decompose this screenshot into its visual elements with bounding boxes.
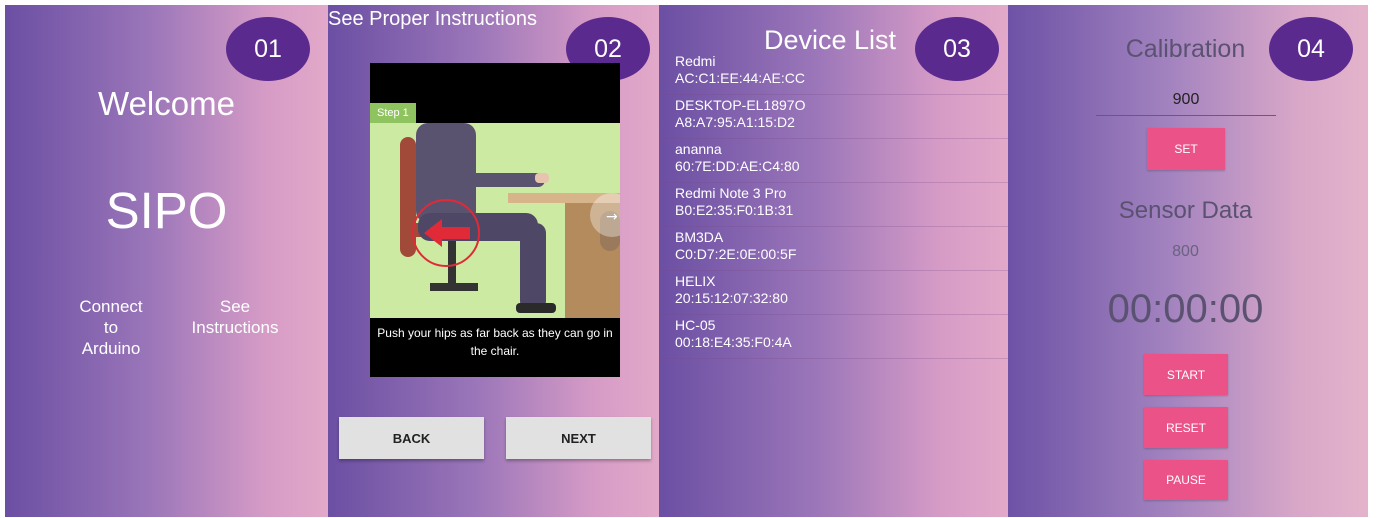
device-mac: AC:C1:EE:44:AE:CC (675, 70, 805, 86)
list-item[interactable]: HC-05 00:18:E4:35:F0:4A (659, 315, 1008, 359)
list-item[interactable]: HELIX 20:15:12:07:32:80 (659, 271, 1008, 315)
device-name: HELIX (675, 273, 716, 289)
list-item[interactable]: BM3DA C0:D7:2E:0E:00:5F (659, 227, 1008, 271)
pause-button[interactable]: PAUSE (1144, 460, 1228, 500)
see-instructions-button[interactable]: See Instructions (183, 296, 287, 338)
sensor-value: 800 (1172, 243, 1199, 260)
reset-button[interactable]: RESET (1144, 407, 1228, 448)
screen-number-badge: 01 (226, 17, 310, 81)
device-mac: C0:D7:2E:0E:00:5F (675, 246, 797, 262)
list-item[interactable]: ananna 60:7E:DD:AE:C4:80 (659, 139, 1008, 183)
calibration-screen: Calibration 04 900 SET Sensor Data 800 0… (1008, 5, 1368, 517)
back-button[interactable]: BACK (339, 417, 484, 459)
step-badge: Step 1 (370, 103, 416, 123)
device-list-screen: Device List 03 Redmi AC:C1:EE:44:AE:CC DE… (659, 5, 1008, 517)
instruction-illustration: → (370, 123, 620, 318)
device-mac: 20:15:12:07:32:80 (675, 290, 788, 306)
list-item[interactable]: Redmi AC:C1:EE:44:AE:CC (659, 51, 1008, 95)
sensor-data-title: Sensor Data (1118, 197, 1253, 224)
timer-display: 00:00:00 (1107, 287, 1264, 331)
device-mac: B0:E2:35:F0:1B:31 (675, 202, 794, 218)
calibration-input[interactable]: 900 (1096, 91, 1276, 116)
device-name: HC-05 (675, 317, 716, 333)
device-list: Redmi AC:C1:EE:44:AE:CC DESKTOP-EL1897O A8… (659, 51, 1008, 359)
start-button[interactable]: START (1144, 354, 1228, 395)
instruction-caption: Push your hips as far back as they can g… (377, 326, 613, 358)
welcome-screen: 01 Welcome SIPO Connect to Arduino See I… (5, 5, 328, 517)
instructions-screen: See Proper Instructions 02 Step 1 → Push… (328, 5, 659, 517)
set-button[interactable]: SET (1147, 128, 1225, 170)
connect-arduino-button[interactable]: Connect to Arduino (73, 296, 149, 359)
svg-text:→: → (606, 209, 618, 225)
device-name: Redmi (675, 53, 716, 69)
device-mac: A8:A7:95:A1:15:D2 (675, 114, 795, 130)
instructions-title: See Proper Instructions (328, 8, 537, 30)
welcome-heading: Welcome (98, 85, 235, 122)
device-mac: 00:18:E4:35:F0:4A (675, 334, 792, 350)
list-item[interactable]: DESKTOP-EL1897O A8:A7:95:A1:15:D2 (659, 95, 1008, 139)
app-name: SIPO (105, 182, 228, 239)
device-name: BM3DA (675, 229, 724, 245)
device-name: Redmi Note 3 Pro (675, 185, 787, 201)
list-item[interactable]: Redmi Note 3 Pro B0:E2:35:F0:1B:31 (659, 183, 1008, 227)
device-mac: 60:7E:DD:AE:C4:80 (675, 158, 800, 174)
screen-number-badge: 04 (1269, 17, 1353, 81)
device-name: ananna (675, 141, 722, 157)
device-name: DESKTOP-EL1897O (675, 97, 806, 113)
next-button[interactable]: NEXT (506, 417, 651, 459)
instruction-card: Step 1 → Push your hips as far back as t… (370, 63, 620, 377)
